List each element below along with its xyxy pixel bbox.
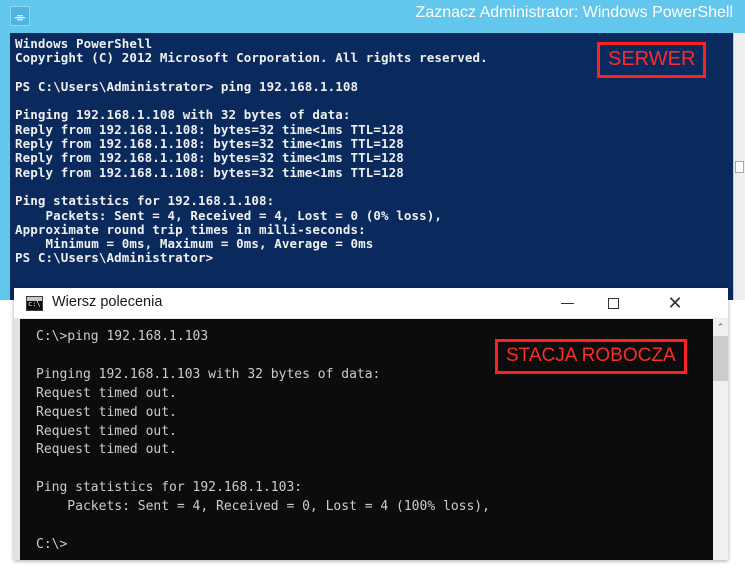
minimize-icon: [560, 302, 574, 304]
command-prompt-icon-text: c:\: [28, 300, 41, 308]
powershell-icon[interactable]: ⌯: [10, 6, 30, 26]
powershell-title: Zaznacz Administrator: Windows PowerShel…: [415, 4, 733, 21]
command-prompt-scrollbar[interactable]: ⌃: [713, 319, 728, 560]
command-prompt-scrollbar-thumb[interactable]: [713, 336, 728, 381]
maximize-button[interactable]: [590, 288, 636, 318]
powershell-scrollbar[interactable]: [733, 33, 745, 300]
command-prompt-title: Wiersz polecenia: [52, 294, 163, 310]
maximize-icon: [607, 297, 619, 309]
scroll-up-icon[interactable]: ⌃: [713, 319, 728, 335]
powershell-titlebar[interactable]: ⌯ Zaznacz Administrator: Windows PowerSh…: [0, 0, 745, 33]
command-prompt-icon[interactable]: c:\: [26, 296, 43, 311]
powershell-left-border: [0, 33, 10, 300]
annotation-stacja-robocza: STACJA ROBOCZA: [495, 339, 687, 374]
powershell-scrollbar-thumb[interactable]: [735, 161, 744, 173]
close-icon: ✕: [667, 293, 683, 313]
powershell-prompt-glyph: ⌯: [14, 8, 26, 24]
minimize-button[interactable]: [544, 288, 590, 318]
annotation-serwer: SERWER: [597, 42, 707, 78]
command-prompt-titlebar[interactable]: c:\ Wiersz polecenia ✕: [14, 288, 728, 319]
close-button[interactable]: ✕: [652, 288, 698, 318]
command-prompt-window: c:\ Wiersz polecenia ✕ C:\>ping 192.168.…: [14, 288, 728, 560]
